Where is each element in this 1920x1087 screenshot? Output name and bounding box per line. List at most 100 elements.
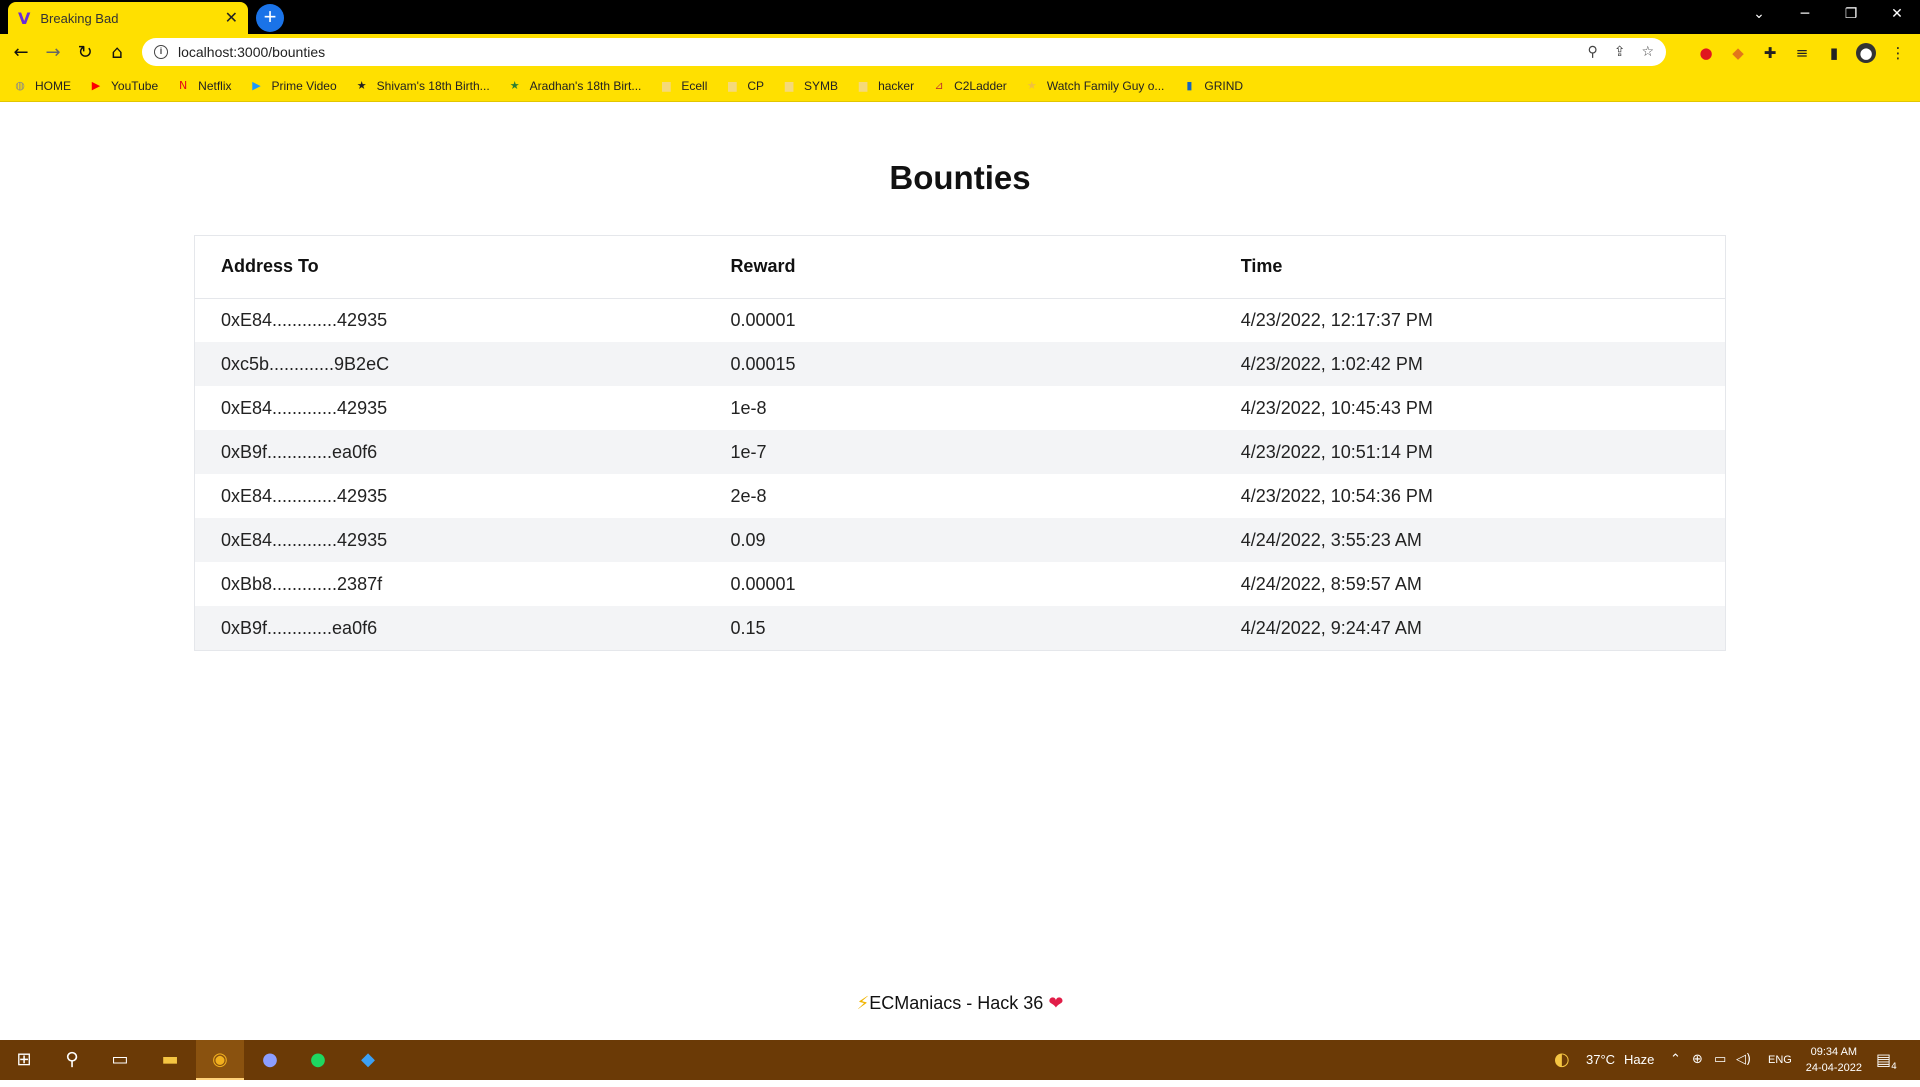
home-icon[interactable]: ⌂ (104, 40, 130, 66)
table-row: 0xc5b.............9B2eC 0.00015 4/23/2022,… (195, 342, 1725, 386)
spotify-icon[interactable]: ● (294, 1040, 342, 1080)
battery-icon[interactable]: ▭ (1714, 1040, 1726, 1080)
table-row: 0xB9f.............ea0f6 0.15 4/24/2022, 9:… (195, 606, 1725, 650)
cell-reward: 1e-8 (704, 386, 1215, 430)
menu-kebab-icon[interactable]: ⋮ (1888, 43, 1908, 63)
chrome-icon[interactable]: ◉ (196, 1040, 244, 1080)
bookmark-item[interactable]: ▶ Prime Video (249, 78, 336, 94)
bookmark-item[interactable]: ★ Aradhan's 18th Birt... (507, 78, 642, 94)
cell-reward: 0.00015 (704, 342, 1215, 386)
restore-icon[interactable]: ❐ (1828, 0, 1874, 30)
bookmark-item[interactable]: ▆ CP (724, 78, 764, 94)
bar-chart-icon: ▮ (1186, 78, 1193, 92)
bookmark-icon: ★ (509, 78, 520, 92)
bookmark-item[interactable]: ▆ hacker (855, 78, 914, 94)
cell-address: 0xBb8.............2387f (195, 562, 705, 606)
notification-icon[interactable]: ▤4 (1876, 1040, 1897, 1080)
page-footer: ⚡ECManiacs - Hack 36 ❤ (0, 993, 1920, 1014)
cell-time: 4/23/2022, 10:54:36 PM (1214, 474, 1725, 518)
browser-toolbar: ← → ↻ ⌂ i localhost:3000/bounties ⚲ ⇪ ☆ … (0, 34, 1920, 70)
bookmark-item[interactable]: ▆ SYMB (781, 78, 838, 94)
network-icon[interactable]: ⊕ (1692, 1040, 1703, 1080)
lightning-icon: ⚡ (856, 993, 870, 1014)
bookmark-label: HOME (35, 78, 71, 93)
bookmark-item[interactable]: ▮ GRIND (1181, 78, 1243, 94)
back-arrow-icon[interactable]: ← (8, 40, 34, 66)
file-explorer-icon[interactable]: ▬ (146, 1040, 194, 1080)
side-panel-icon[interactable]: ▮ (1824, 43, 1844, 63)
metamask-extension-icon[interactable]: ◆ (1728, 43, 1748, 63)
url-text[interactable]: localhost:3000/bounties (178, 44, 1571, 60)
bookmark-label: C2Ladder (954, 78, 1007, 93)
tab-title: Breaking Bad (40, 10, 119, 26)
profile-avatar-icon[interactable]: ● (1856, 43, 1876, 63)
bookmark-item[interactable]: ▶ YouTube (88, 78, 158, 94)
bookmark-item[interactable]: ⊿ C2Ladder (931, 78, 1007, 94)
reading-list-icon[interactable]: ≡ (1792, 43, 1812, 63)
netflix-icon: N (179, 78, 188, 92)
reload-icon[interactable]: ↻ (72, 40, 98, 66)
bookmark-star-icon[interactable]: ☆ (1641, 44, 1654, 60)
bookmark-label: hacker (878, 78, 915, 93)
close-tab-icon[interactable]: ✕ (225, 8, 238, 28)
chevron-up-icon[interactable]: ⌃ (1670, 1040, 1681, 1080)
page-content: Bounties Address To Reward Time 0xE84...… (0, 103, 1920, 1039)
page-title: Bounties (889, 159, 1031, 196)
bounties-table: Address To Reward Time 0xE84............… (194, 235, 1726, 651)
address-bar[interactable]: i localhost:3000/bounties ⚲ ⇪ ☆ (142, 38, 1666, 66)
cell-reward: 2e-8 (704, 474, 1215, 518)
weather-temp[interactable]: 37°C (1586, 1040, 1615, 1080)
cell-address: 0xc5b.............9B2eC (195, 342, 705, 386)
folder-icon: ▆ (728, 78, 737, 92)
browser-tab[interactable]: V Breaking Bad ✕ (8, 2, 248, 34)
globe-icon: ◍ (15, 78, 25, 92)
cell-reward: 0.00001 (704, 298, 1215, 342)
window-close-icon[interactable]: ✕ (1874, 0, 1920, 30)
column-header-reward: Reward (704, 236, 1215, 299)
forward-arrow-icon[interactable]: → (40, 40, 66, 66)
extensions-puzzle-icon[interactable]: ✚ (1760, 43, 1780, 63)
prime-video-icon: ▶ (252, 78, 261, 92)
bookmark-label: Watch Family Guy o... (1046, 78, 1165, 93)
windows-start-icon[interactable]: ⊞ (0, 1040, 48, 1080)
terminal-icon[interactable]: ▭ (96, 1040, 144, 1080)
new-tab-button[interactable]: + (256, 4, 284, 32)
language-indicator[interactable]: ENG (1768, 1040, 1792, 1080)
bookmark-item[interactable]: ▆ Ecell (658, 78, 707, 94)
weather-icon[interactable]: ◐ (1554, 1040, 1570, 1080)
tab-search-icon[interactable]: ⌄ (1736, 0, 1782, 30)
table-row: 0xE84.............42935 0.09 4/24/2022, 3:… (195, 518, 1725, 562)
volume-icon[interactable]: ◁) (1736, 1040, 1751, 1080)
vscode-icon[interactable]: ◆ (344, 1040, 392, 1080)
zoom-icon[interactable]: ⚲ (1587, 44, 1597, 60)
table-row: 0xE84.............42935 1e-8 4/23/2022, 10… (195, 386, 1725, 430)
bookmark-label: Aradhan's 18th Birt... (529, 78, 642, 93)
ladder-icon: ⊿ (934, 78, 944, 92)
system-clock[interactable]: 09:34 AM 24-04-2022 (1806, 1044, 1862, 1076)
bookmark-label: CP (747, 78, 765, 93)
cell-address: 0xE84.............42935 (195, 518, 705, 562)
bookmark-icon: ★ (1026, 78, 1037, 92)
site-info-icon[interactable]: i (154, 45, 168, 59)
bookmark-item[interactable]: ◍ HOME (12, 78, 71, 94)
table-row: 0xB9f.............ea0f6 1e-7 4/23/2022, 10… (195, 430, 1725, 474)
opera-extension-icon[interactable]: ● (1696, 43, 1716, 63)
notification-count: 4 (1891, 1062, 1897, 1073)
cell-time: 4/23/2022, 12:17:37 PM (1214, 298, 1725, 342)
column-header-time: Time (1214, 236, 1725, 299)
bookmark-label: Shivam's 18th Birth... (376, 78, 490, 93)
heart-icon: ❤ (1048, 993, 1064, 1014)
minimize-icon[interactable]: ─ (1782, 0, 1828, 30)
cell-address: 0xE84.............42935 (195, 474, 705, 518)
bookmark-item[interactable]: N Netflix (175, 78, 231, 94)
bookmark-item[interactable]: ★ Watch Family Guy o... (1024, 78, 1165, 94)
weather-desc[interactable]: Haze (1624, 1040, 1654, 1080)
discord-icon[interactable]: ● (246, 1040, 294, 1080)
share-icon[interactable]: ⇪ (1614, 44, 1626, 60)
bookmark-label: SYMB (804, 78, 839, 93)
search-icon[interactable]: ⚲ (48, 1040, 96, 1080)
cell-time: 4/23/2022, 10:51:14 PM (1214, 430, 1725, 474)
cell-reward: 0.00001 (704, 562, 1215, 606)
cell-address: 0xE84.............42935 (195, 298, 705, 342)
bookmark-item[interactable]: ★ Shivam's 18th Birth... (354, 78, 490, 94)
